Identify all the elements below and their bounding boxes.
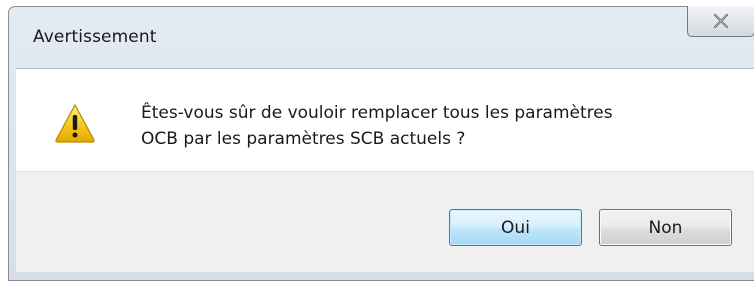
dialog-message: Êtes-vous sûr de vouloir remplacer tous …	[141, 100, 613, 152]
message-line-1: Êtes-vous sûr de vouloir remplacer tous …	[141, 103, 613, 123]
message-line-2: OCB par les paramètres SCB actuels ?	[141, 129, 466, 149]
warning-dialog: Avertissement Êtes-vous sûr de vouloir r…	[8, 6, 754, 281]
yes-button[interactable]: Oui	[449, 209, 582, 246]
no-button[interactable]: Non	[599, 209, 732, 246]
close-button[interactable]	[687, 6, 754, 37]
close-icon	[713, 14, 729, 28]
window-title: Avertissement	[33, 27, 157, 47]
warning-icon	[54, 103, 96, 143]
dialog-content: Êtes-vous sûr de vouloir remplacer tous …	[16, 68, 754, 171]
button-bar: Oui Non	[16, 171, 754, 272]
window-bottom-frame	[9, 271, 754, 282]
title-bar: Avertissement	[9, 6, 754, 68]
